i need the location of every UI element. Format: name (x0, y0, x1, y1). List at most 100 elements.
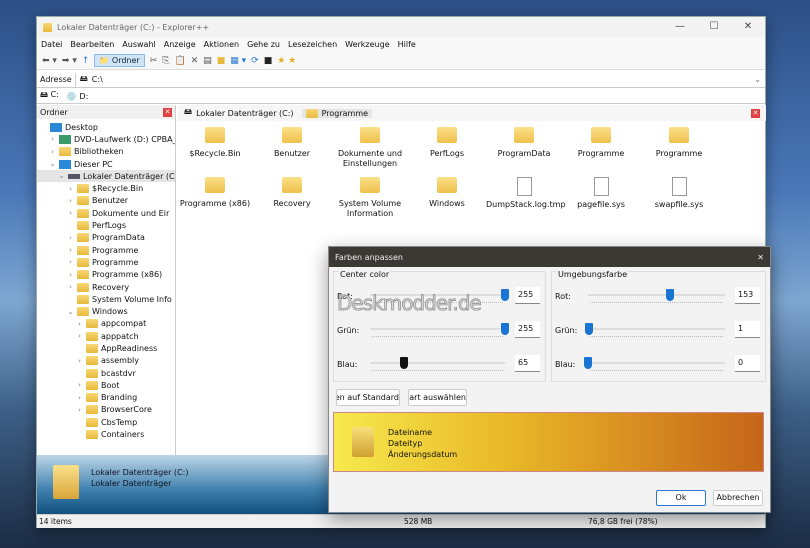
chevron-right-icon[interactable]: › (67, 283, 74, 291)
tree-item[interactable]: › appcompat (37, 318, 175, 330)
back-icon[interactable]: ⬅ ▾ (42, 56, 57, 66)
chevron-right-icon[interactable]: › (67, 185, 74, 193)
file-item[interactable]: Benutzer (254, 127, 330, 159)
tab-programme[interactable]: Programme (301, 108, 373, 118)
close-tab-button[interactable]: ✕ (751, 108, 760, 118)
dialog-close-button[interactable]: ✕ (757, 253, 764, 262)
tree-item[interactable]: › BrowserCore (37, 404, 175, 416)
chevron-down-icon[interactable]: ⌄ (49, 160, 56, 168)
tree-item[interactable]: › Bibliotheken (37, 146, 175, 158)
chevron-right-icon[interactable]: › (67, 258, 74, 266)
menu-item[interactable]: Gehe zu (247, 40, 280, 49)
delete-icon[interactable]: ✕ (191, 56, 199, 66)
tree-item[interactable]: › apppatch (37, 330, 175, 342)
slider-thumb[interactable] (501, 289, 509, 301)
tree-item[interactable]: ⌄ Dieser PC (37, 158, 175, 170)
chevron-right-icon[interactable]: › (67, 246, 74, 254)
menu-item[interactable]: Bearbeiten (70, 40, 114, 49)
drive-d-button[interactable]: 💿 D: (67, 92, 88, 101)
cancel-button[interactable]: Abbrechen (713, 490, 763, 506)
folders-button[interactable]: 📁 Ordner (94, 54, 145, 67)
file-item[interactable]: Dokumente und Einstellungen (332, 127, 408, 169)
slider-track[interactable] (588, 289, 725, 301)
value-input[interactable]: 0 (735, 355, 760, 372)
chevron-right-icon[interactable]: › (76, 381, 83, 389)
chevron-down-icon[interactable]: ⌄ (67, 308, 74, 316)
file-item[interactable]: Programme (x86) (177, 177, 253, 209)
bookmark-icon[interactable]: ★ ★ (277, 56, 296, 66)
tree-item[interactable]: › Programme (37, 244, 175, 256)
drive-c-button[interactable]: 🖴 C: (40, 89, 59, 103)
close-pane-button[interactable]: ✕ (163, 107, 172, 117)
minimize-button[interactable]: — (663, 17, 697, 37)
new-folder-icon[interactable]: ■ (217, 56, 226, 66)
chevron-down-icon[interactable]: ⌄ (58, 172, 65, 180)
chevron-right-icon[interactable]: › (76, 320, 83, 328)
maximize-button[interactable]: ☐ (697, 17, 731, 37)
slider-track[interactable] (584, 357, 725, 369)
tree-item[interactable]: CbsTemp (37, 416, 175, 428)
menu-item[interactable]: Werkzeuge (345, 40, 389, 49)
tree-item[interactable]: › Programme (x86) (37, 269, 175, 281)
menu-item[interactable]: Aktionen (204, 40, 239, 49)
tree-item[interactable]: › Benutzer (37, 195, 175, 207)
file-item[interactable]: System Volume Information (332, 177, 408, 219)
tree-item[interactable]: › Programme (37, 256, 175, 268)
slider-track[interactable] (370, 357, 505, 369)
tree-item[interactable]: Desktop (37, 121, 175, 133)
chevron-right-icon[interactable]: › (67, 197, 74, 205)
value-input[interactable]: 255 (515, 321, 540, 338)
tree-item[interactable]: › DVD-Laufwerk (D:) CPBA_X (37, 133, 175, 145)
slider-thumb[interactable] (666, 289, 675, 301)
tree-item[interactable]: bcastdvr (37, 367, 175, 379)
slider-thumb[interactable] (400, 357, 409, 369)
chevron-right-icon[interactable]: › (76, 357, 83, 365)
tree-item[interactable]: › ProgramData (37, 232, 175, 244)
copy-icon[interactable]: ⎘ (162, 56, 169, 66)
views-icon[interactable]: ▦ ▾ (230, 56, 246, 66)
refresh-icon[interactable]: ⟳ (251, 56, 259, 66)
value-input[interactable]: 255 (515, 287, 540, 304)
properties-icon[interactable]: ▤ (203, 56, 212, 66)
value-input[interactable]: 153 (735, 287, 760, 304)
slider-track[interactable] (584, 323, 725, 335)
file-item[interactable]: Windows (409, 177, 485, 209)
close-button[interactable]: ✕ (731, 17, 765, 37)
file-item[interactable]: PerfLogs (409, 127, 485, 159)
cut-icon[interactable]: ✂ (150, 56, 158, 66)
file-item[interactable]: Programme (641, 127, 717, 159)
up-icon[interactable]: ↑ (82, 56, 90, 66)
menu-item[interactable]: Auswahl (122, 40, 155, 49)
cmd-icon[interactable]: ■ (264, 56, 273, 66)
chevron-right-icon[interactable]: › (67, 209, 74, 217)
address-input[interactable]: 🖴 C:\ (74, 72, 751, 87)
menu-item[interactable]: Lesezeichen (288, 40, 337, 49)
tree-item[interactable]: PerfLogs (37, 219, 175, 231)
tree-item[interactable]: Containers (37, 428, 175, 440)
menu-item[interactable]: Anzeige (164, 40, 196, 49)
tree-item[interactable]: ⌄ Windows (37, 305, 175, 317)
file-item[interactable]: DumpStack.log.tmp (486, 177, 566, 210)
chevron-right-icon[interactable]: › (49, 135, 56, 143)
tree-item[interactable]: › assembly (37, 355, 175, 367)
value-input[interactable]: 1 (735, 321, 760, 338)
chevron-right-icon[interactable]: › (67, 234, 74, 242)
paste-icon[interactable]: 📋 (174, 56, 185, 66)
tree-item[interactable]: › Branding (37, 392, 175, 404)
chevron-right-icon[interactable]: › (76, 406, 83, 414)
chevron-right-icon[interactable]: › (76, 394, 83, 402)
tree-item[interactable]: › Dokumente und Eir (37, 207, 175, 219)
file-item[interactable]: ProgramData (486, 127, 562, 159)
tree-item[interactable]: › Boot (37, 379, 175, 391)
value-input[interactable]: 65 (515, 355, 540, 372)
chevron-right-icon[interactable]: › (76, 332, 83, 340)
slider-track[interactable] (370, 323, 509, 335)
chevron-right-icon[interactable]: › (67, 271, 74, 279)
file-item[interactable]: pagefile.sys (563, 177, 639, 210)
slider-thumb[interactable] (584, 323, 593, 335)
menu-item[interactable]: Datei (41, 40, 62, 49)
tree-item[interactable]: › $Recycle.Bin (37, 182, 175, 194)
tree-item[interactable]: ⌄ Lokaler Datenträger (C:) (37, 170, 175, 183)
tree-item[interactable]: AppReadiness (37, 342, 175, 354)
file-item[interactable]: swapfile.sys (641, 177, 717, 210)
